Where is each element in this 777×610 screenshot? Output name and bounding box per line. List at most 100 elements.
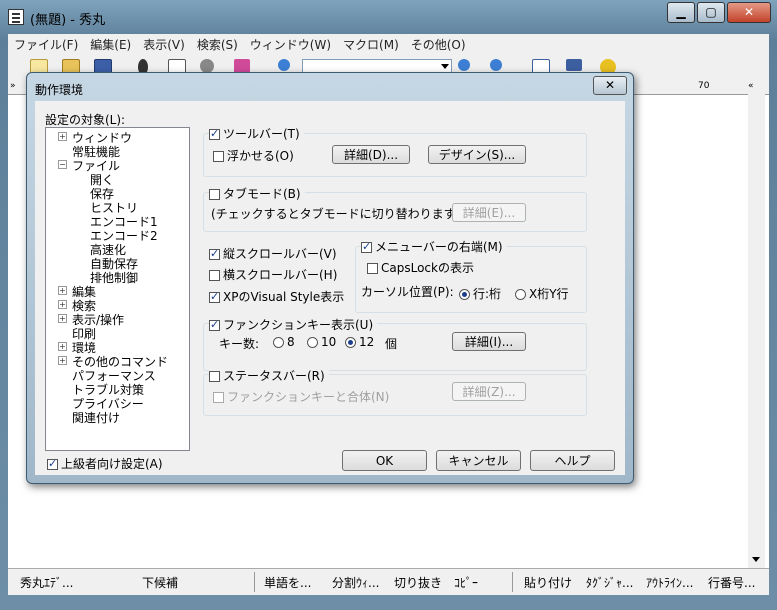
checkbox-unchecked[interactable] bbox=[209, 189, 220, 200]
radio-unselected[interactable] bbox=[307, 337, 318, 348]
checkbox-checked[interactable] bbox=[47, 457, 58, 470]
tabmode-note: (チェックするとタブモードに切り替わります) bbox=[211, 207, 461, 221]
advanced-checkbox[interactable]: 上級者向け設定(A) bbox=[47, 455, 163, 472]
find-icon[interactable] bbox=[278, 59, 290, 71]
fkey-4[interactable]: 分割ｳｨ... bbox=[332, 574, 379, 591]
checkbox-checked[interactable] bbox=[209, 127, 220, 140]
statusbar-checkbox[interactable]: ステータスバー(R) bbox=[209, 367, 329, 384]
dialog-close-button[interactable]: ✕ bbox=[593, 76, 627, 95]
hscroll-checkbox[interactable]: 横スクロールバー(H) bbox=[209, 266, 337, 283]
checkbox-disabled[interactable] bbox=[213, 392, 224, 403]
menu-window[interactable]: ウィンドウ(W) bbox=[244, 36, 337, 53]
checkbox-checked[interactable] bbox=[209, 290, 220, 303]
menu-other[interactable]: その他(O) bbox=[405, 36, 472, 53]
divider bbox=[512, 572, 513, 592]
checkbox-checked[interactable] bbox=[209, 247, 220, 260]
scroll-down-icon[interactable] bbox=[752, 557, 760, 566]
menu-macro[interactable]: マクロ(M) bbox=[337, 36, 405, 53]
expand-icon[interactable]: + bbox=[58, 356, 67, 365]
fkey-6[interactable]: ｺﾋﾟｰ bbox=[454, 574, 478, 591]
menu-search[interactable]: 検索(S) bbox=[191, 36, 244, 53]
ruler-left-marker: » bbox=[10, 81, 16, 91]
checkbox-unchecked[interactable] bbox=[213, 151, 224, 162]
close-button[interactable]: ✕ bbox=[727, 2, 771, 23]
radio-selected[interactable] bbox=[459, 289, 470, 300]
radio-unselected[interactable] bbox=[273, 337, 284, 348]
xp-style-checkbox[interactable]: XPのVisual Style表示 bbox=[209, 288, 344, 305]
fkey-checkbox[interactable]: ファンクションキー表示(U) bbox=[209, 316, 378, 333]
tree-item[interactable]: 排他制御 bbox=[90, 269, 138, 286]
fkey-detail-button[interactable]: 詳細(I)... bbox=[452, 332, 526, 351]
key-unit: 個 bbox=[385, 337, 398, 351]
menubar-right-checkbox[interactable]: メニューバーの右端(M) bbox=[361, 238, 507, 255]
split-icon[interactable] bbox=[566, 59, 582, 71]
combine-checkbox[interactable]: ファンクションキーと合体(N) bbox=[213, 388, 389, 405]
dialog-title: 動作環境 bbox=[35, 83, 84, 97]
ruler-mark: 70 bbox=[698, 81, 710, 91]
expand-icon[interactable]: + bbox=[58, 342, 67, 351]
cursor-opt-xy[interactable]: X桁Y行 bbox=[515, 285, 569, 302]
expand-icon[interactable]: + bbox=[58, 132, 67, 141]
tree-item[interactable]: 関連付け bbox=[72, 409, 120, 426]
document-icon bbox=[8, 9, 24, 25]
find-next-icon[interactable] bbox=[458, 59, 470, 71]
title-bar[interactable]: (無題) - 秀丸 ▁ ▢ ✕ bbox=[0, 0, 777, 34]
menu-edit[interactable]: 編集(E) bbox=[84, 36, 137, 53]
settings-dialog: 動作環境 ✕ 設定の対象(L): + ウィンドウ 常駐機能 − ファイル 開く 保存 ヒストリ… bbox=[26, 72, 634, 484]
tabmode-detail-button[interactable]: 詳細(E)... bbox=[452, 203, 526, 222]
radio-unselected[interactable] bbox=[515, 289, 526, 300]
divider bbox=[254, 572, 255, 592]
design-button[interactable]: デザイン(S)... bbox=[428, 145, 526, 164]
cursor-pos-label: カーソル位置(P): bbox=[361, 285, 454, 299]
checkbox-unchecked[interactable] bbox=[209, 371, 220, 382]
checkbox-checked[interactable] bbox=[361, 240, 372, 253]
menu-bar: ファイル(F) 編集(E) 表示(V) 検索(S) ウィンドウ(W) マクロ(M… bbox=[8, 34, 769, 54]
cursor-opt-rowcol[interactable]: 行:桁 bbox=[459, 285, 501, 302]
window-title: (無題) - 秀丸 bbox=[30, 13, 106, 28]
fkey-5[interactable]: 切り抜き bbox=[394, 574, 442, 591]
fkey-3[interactable]: 単語を... bbox=[264, 574, 311, 591]
cancel-button[interactable]: キャンセル bbox=[436, 450, 521, 471]
radio-selected[interactable] bbox=[345, 337, 356, 348]
fkey-9[interactable]: ｱｳﾄﾗｲﾝ... bbox=[646, 574, 693, 591]
tree-item-label: 関連付け bbox=[72, 411, 121, 425]
tabmode-checkbox[interactable]: タブモード(B) bbox=[209, 185, 305, 202]
menu-file[interactable]: ファイル(F) bbox=[8, 36, 84, 53]
key-count-label: キー数: bbox=[219, 337, 260, 351]
find-prev-icon[interactable] bbox=[490, 59, 502, 71]
capslock-checkbox[interactable]: CapsLockの表示 bbox=[367, 259, 474, 276]
maximize-button[interactable]: ▢ bbox=[697, 2, 725, 23]
ruler-right-marker: « bbox=[748, 81, 754, 91]
menu-view[interactable]: 表示(V) bbox=[137, 36, 191, 53]
help-button[interactable]: ヘルプ bbox=[530, 450, 615, 471]
tree-item-label: 排他制御 bbox=[90, 271, 139, 285]
vscroll-checkbox[interactable]: 縦スクロールバー(V) bbox=[209, 245, 337, 262]
fkey-8[interactable]: ﾀｸﾞｼﾞｬ... bbox=[586, 574, 633, 591]
toolbar-checkbox[interactable]: ツールバー(T) bbox=[209, 125, 304, 142]
expand-icon[interactable]: + bbox=[58, 314, 67, 323]
fkey-1[interactable]: 秀丸ｴﾃﾞ... bbox=[20, 574, 73, 591]
expand-icon[interactable]: + bbox=[58, 286, 67, 295]
fkey-10[interactable]: 行番号... bbox=[708, 574, 755, 591]
key-opt-8[interactable]: 8 bbox=[273, 335, 295, 349]
expand-icon[interactable]: + bbox=[58, 300, 67, 309]
minimize-button[interactable]: ▁ bbox=[667, 2, 695, 23]
cut-icon[interactable] bbox=[200, 59, 214, 73]
target-label: 設定の対象(L): bbox=[45, 113, 126, 127]
fkey-7[interactable]: 貼り付け bbox=[524, 574, 572, 591]
vertical-scrollbar[interactable] bbox=[748, 94, 765, 568]
checkbox-unchecked[interactable] bbox=[367, 263, 378, 274]
function-key-bar: 秀丸ｴﾃﾞ... 下候補 単語を... 分割ｳｨ... 切り抜き ｺﾋﾟｰ 貼り… bbox=[8, 568, 769, 595]
dialog-body: 設定の対象(L): + ウィンドウ 常駐機能 − ファイル 開く 保存 ヒストリ エンコード1 エ… bbox=[35, 101, 625, 475]
key-opt-12[interactable]: 12 bbox=[345, 335, 374, 349]
settings-tree[interactable]: + ウィンドウ 常駐機能 − ファイル 開く 保存 ヒストリ エンコード1 エンコード2 高速化 自動… bbox=[45, 127, 190, 451]
checkbox-checked[interactable] bbox=[209, 318, 220, 331]
toolbar-detail-button[interactable]: 詳細(D)... bbox=[332, 145, 410, 164]
key-opt-10[interactable]: 10 bbox=[307, 335, 336, 349]
checkbox-unchecked[interactable] bbox=[209, 270, 220, 281]
collapse-icon[interactable]: − bbox=[58, 160, 67, 169]
status-detail-button[interactable]: 詳細(Z)... bbox=[452, 382, 526, 401]
ok-button[interactable]: OK bbox=[342, 450, 427, 471]
fkey-2[interactable]: 下候補 bbox=[142, 574, 178, 591]
float-checkbox[interactable]: 浮かせる(O) bbox=[213, 147, 294, 164]
